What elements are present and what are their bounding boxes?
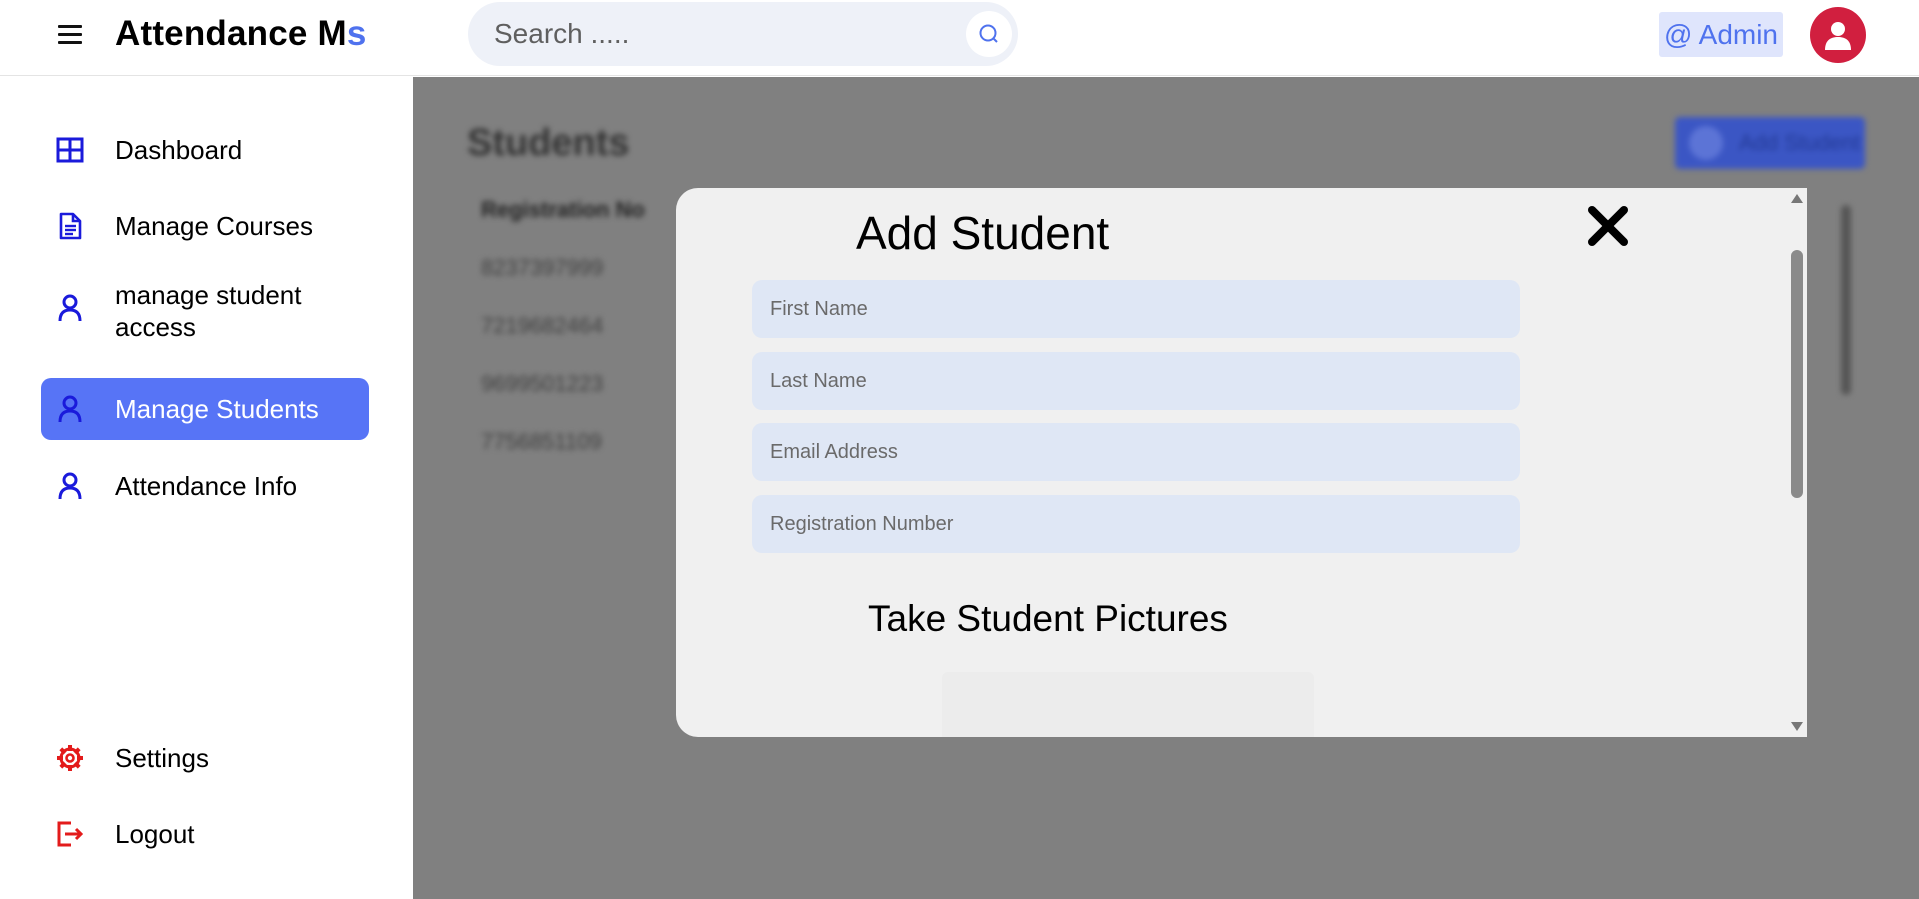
sidebar-item-label: Logout: [115, 819, 195, 849]
sidebar-item-label: Manage Students: [115, 394, 319, 424]
sidebar-item-attendance-info[interactable]: Attendance Info: [41, 455, 369, 517]
sidebar-item-manage-courses[interactable]: Manage Courses: [41, 195, 369, 257]
brand-accent: s: [346, 14, 367, 53]
modal-scrollbar[interactable]: [1787, 188, 1807, 737]
close-button[interactable]: [1584, 202, 1632, 250]
sidebar-item-label: Manage Courses: [115, 211, 313, 241]
document-icon: [59, 212, 82, 240]
user-icon: [58, 294, 82, 322]
avatar[interactable]: [1810, 7, 1866, 63]
top-header: Attendance Ms @ Admin: [0, 0, 1919, 76]
gear-icon: [57, 745, 83, 771]
sidebar-item-logout[interactable]: Logout: [41, 803, 369, 865]
user-icon: [58, 472, 82, 500]
sidebar-item-manage-students[interactable]: Manage Students: [41, 378, 369, 440]
plus-icon: [1689, 126, 1723, 160]
app-title: Attendance Ms: [115, 14, 367, 54]
sidebar: Dashboard Manage Courses manage student …: [0, 77, 413, 899]
camera-preview[interactable]: [942, 672, 1314, 737]
sidebar-item-settings[interactable]: Settings: [41, 727, 369, 789]
page-title: Students: [467, 122, 630, 164]
scroll-thumb[interactable]: [1791, 250, 1803, 498]
search-icon: [979, 24, 998, 43]
search-button[interactable]: [966, 11, 1012, 57]
sidebar-item-manage-student-access[interactable]: manage student access: [41, 271, 369, 342]
logout-icon: [57, 821, 84, 847]
table-row: 9699501223: [481, 371, 604, 396]
table-row: 8237397999: [481, 255, 604, 280]
pictures-section-title: Take Student Pictures: [868, 598, 1228, 639]
user-avatar-icon: [1825, 22, 1851, 50]
scroll-down-icon[interactable]: [1791, 722, 1803, 731]
sidebar-item-label: Settings: [115, 743, 209, 773]
user-icon: [58, 395, 82, 423]
hamburger-menu-icon[interactable]: [56, 20, 86, 50]
close-icon: [1588, 206, 1628, 246]
sidebar-item-label: Attendance Info: [115, 471, 298, 501]
admin-badge: @ Admin: [1659, 12, 1783, 57]
add-student-button: Add Student: [1675, 117, 1865, 169]
add-student-modal: Add Student Take Student Pictures: [676, 188, 1807, 737]
scroll-up-icon[interactable]: [1791, 194, 1803, 203]
modal-title: Add Student: [856, 207, 1110, 259]
search-bar: [468, 2, 1018, 66]
add-student-label: Add Student: [1739, 130, 1861, 155]
table-row: 7756851109: [481, 429, 602, 454]
email-field[interactable]: [752, 423, 1520, 481]
background-scrollbar: [1841, 205, 1851, 395]
sidebar-item-dashboard[interactable]: Dashboard: [41, 119, 369, 181]
table-row: 7219682464: [481, 313, 604, 338]
sidebar-item-label: manage student access: [115, 280, 302, 342]
first-name-field[interactable]: [752, 280, 1520, 338]
search-input[interactable]: [494, 16, 934, 52]
column-header: Registration No: [481, 197, 645, 222]
registration-number-field[interactable]: [752, 495, 1520, 553]
brand-main: Attendance M: [115, 14, 347, 53]
grid-icon: [56, 137, 84, 163]
last-name-field[interactable]: [752, 352, 1520, 410]
sidebar-item-label: Dashboard: [115, 135, 243, 165]
